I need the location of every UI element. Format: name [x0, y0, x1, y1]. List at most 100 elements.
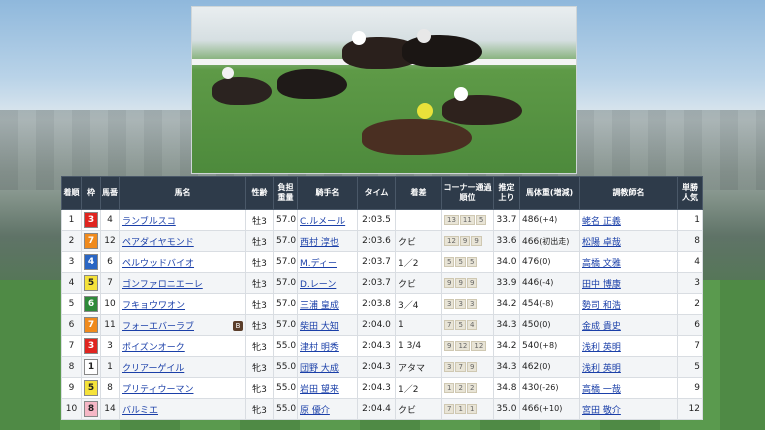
waku-badge: 1 [84, 359, 98, 375]
horse-figure [277, 69, 347, 99]
horse-name-link[interactable]: ランブルスコ [122, 217, 176, 227]
horse-name-link[interactable]: フキョウワオン [122, 301, 185, 311]
horse-name-link[interactable]: ゴンファロニエーレ [122, 280, 203, 290]
trainer-link[interactable]: 勢司 和浩 [582, 301, 621, 311]
col-header-waku: 枠 [81, 176, 101, 210]
table-row: 1 3 4 ランブルスコ 牡3 57.0 C.ルメール 2:03.5 13 11 5… [61, 209, 703, 231]
weight-carried: 55.0 [273, 335, 298, 357]
corner-position: 13 [444, 215, 459, 225]
horse-name-link[interactable]: プリティウーマン [122, 385, 193, 395]
col-header-jockey: 騎手名 [297, 176, 358, 210]
body-weight: 454 [522, 299, 540, 309]
horse-name-link[interactable]: ポイズンオーク [122, 343, 185, 353]
trainer-link[interactable]: 田中 博康 [582, 280, 621, 290]
race-results-table: 着順 枠 馬番 馬名 性齢 負担重量 騎手名 タイム 着差 コーナー通過順位 推… [61, 176, 703, 420]
last-3f: 33.9 [493, 272, 520, 294]
corner-position: 11 [459, 215, 475, 225]
horse-name-link[interactable]: フォーエバーラブ [122, 322, 194, 332]
trainer-link[interactable]: 金成 貴史 [582, 322, 621, 332]
last-3f: 33.7 [493, 209, 520, 231]
weight-carried: 57.0 [273, 251, 298, 273]
weight-carried: 55.0 [273, 377, 298, 399]
popularity: 2 [677, 293, 703, 315]
popularity: 6 [677, 314, 703, 336]
body-weight-diff: (0) [539, 320, 551, 329]
jockey-figure [417, 103, 433, 119]
weight-carried: 57.0 [273, 230, 298, 252]
last-3f: 34.0 [493, 251, 520, 273]
last-3f: 34.3 [493, 314, 520, 336]
weight-carried: 57.0 [273, 209, 298, 231]
horse-number: 11 [100, 314, 120, 336]
body-weight: 430 [522, 383, 540, 393]
jockey-figure [222, 67, 234, 79]
body-weight: 462 [522, 362, 540, 372]
sex-age: 牡3 [245, 314, 274, 336]
body-weight: 446 [522, 278, 540, 288]
horse-name-link[interactable]: ペルウッドバイオ [122, 259, 194, 269]
horse-name-link[interactable]: バルミエ [122, 406, 158, 416]
jockey-link[interactable]: 柴田 大知 [300, 322, 339, 332]
horse-name-link[interactable]: ペアダイヤモンド [122, 238, 194, 248]
trainer-link[interactable]: 蛯名 正義 [582, 217, 621, 227]
corner-order: 999 [441, 272, 494, 294]
jockey-link[interactable]: 団野 大成 [300, 364, 339, 374]
body-weight: 486 [522, 215, 540, 225]
finish-position: 1 [61, 209, 82, 231]
table-row: 9 5 8 プリティウーマン 牝3 55.0 岩田 望来 2:04.3 1／2 … [61, 377, 703, 399]
corner-position: 1 [455, 404, 466, 414]
horse-figure [212, 77, 272, 105]
margin: 1 [395, 314, 442, 336]
table-row: 7 3 3 ポイズンオーク 牝3 55.0 津村 明秀 2:04.3 1 3/4… [61, 335, 703, 357]
horse-name-link[interactable]: クリアーゲイル [122, 364, 184, 374]
blinker-badge: B [233, 320, 243, 331]
jockey-link[interactable]: M.ディー [300, 259, 337, 269]
corner-order: 122 [441, 377, 494, 399]
waku-badge: 8 [84, 401, 98, 417]
jockey-link[interactable]: D.レーン [300, 280, 336, 290]
col-header-time: タイム [357, 176, 396, 210]
corner-position: 2 [455, 383, 466, 393]
margin: 1／2 [395, 251, 442, 273]
finish-position: 8 [61, 356, 82, 378]
body-weight-diff: (-26) [539, 383, 559, 392]
margin: 1／2 [395, 377, 442, 399]
corner-position: 9 [466, 278, 478, 288]
corner-order: 754 [441, 314, 494, 336]
trainer-link[interactable]: 高橋 文雅 [582, 259, 621, 269]
finish-position: 5 [61, 293, 82, 315]
trainer-link[interactable]: 松陽 卓哉 [582, 238, 621, 248]
col-header-popularity: 単勝人気 [677, 176, 703, 210]
popularity: 1 [677, 209, 703, 231]
jockey-link[interactable]: 岩田 望来 [300, 385, 339, 395]
popularity: 5 [677, 356, 703, 378]
margin: クビ [395, 272, 442, 294]
jockey-link[interactable]: 津村 明秀 [300, 343, 339, 353]
trainer-link[interactable]: 宮田 敬介 [582, 406, 621, 416]
jockey-link[interactable]: 西村 淳也 [300, 238, 339, 248]
table-row: 4 5 7 ゴンファロニエーレ 牡3 57.0 D.レーン 2:03.7 クビ … [61, 272, 703, 294]
race-time: 2:03.8 [357, 293, 396, 315]
corner-position: 9 [444, 278, 455, 288]
corner-order: 333 [441, 293, 494, 315]
trainer-link[interactable]: 浅利 英明 [582, 364, 621, 374]
waku-badge: 5 [84, 275, 98, 291]
jockey-link[interactable]: 三浦 皇成 [300, 301, 339, 311]
col-header-position: 着順 [61, 176, 82, 210]
trainer-link[interactable]: 高橋 一哉 [582, 385, 621, 395]
race-time: 2:04.3 [357, 335, 396, 357]
corner-position: 5 [455, 320, 466, 330]
jockey-link[interactable]: C.ルメール [300, 217, 345, 227]
corner-order: 379 [441, 356, 494, 378]
corner-position: 2 [466, 383, 478, 393]
corner-position: 9 [455, 278, 466, 288]
margin [395, 209, 442, 231]
race-time: 2:03.7 [357, 251, 396, 273]
race-finish-image [191, 6, 577, 174]
jockey-figure [417, 29, 431, 43]
col-header-horse-name: 馬名 [119, 176, 246, 210]
trainer-link[interactable]: 浅利 英明 [582, 343, 621, 353]
jockey-link[interactable]: 原 優介 [300, 406, 330, 416]
popularity: 12 [677, 398, 703, 420]
table-row: 10 8 14 バルミエ 牝3 55.0 原 優介 2:04.4 クビ 711 … [61, 398, 703, 420]
